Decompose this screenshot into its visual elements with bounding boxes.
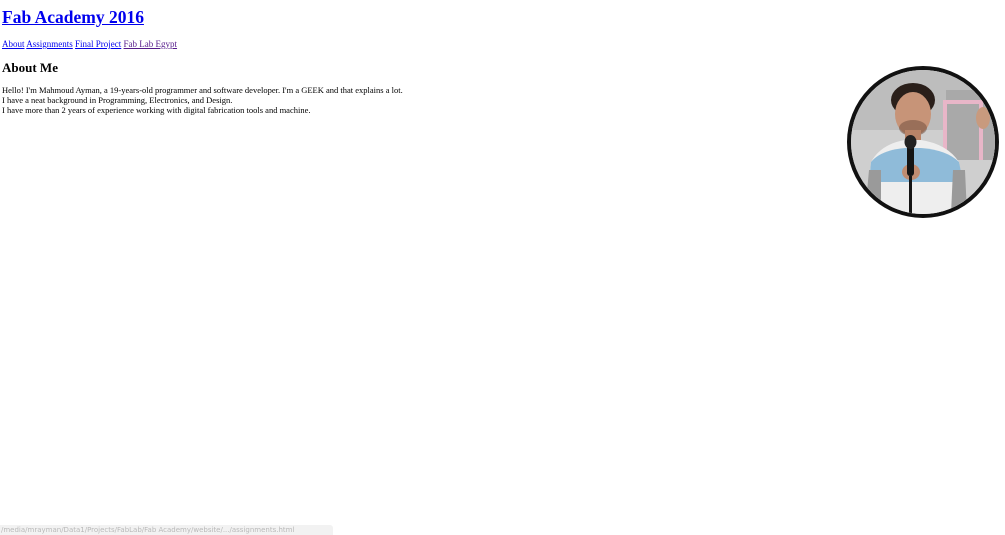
about-text: Hello! I'm Mahmoud Ayman, a 19-years-old…: [2, 85, 403, 115]
profile-photo: [847, 66, 999, 218]
nav-link-assignments[interactable]: Assignments: [26, 39, 73, 49]
status-bar-url: /media/mrayman/Data1/Projects/FabLab/Fab…: [0, 525, 333, 535]
page: Fab Academy 2016 About Assignments Final…: [0, 0, 1005, 535]
about-paragraph: I have more than 2 years of experience w…: [2, 104, 311, 115]
main-nav: About Assignments Final Project Fab Lab …: [2, 39, 177, 50]
about-heading: About Me: [2, 60, 58, 75]
profile-photo-image: [851, 70, 995, 214]
site-title: Fab Academy 2016: [2, 7, 144, 27]
nav-link-final-project[interactable]: Final Project: [75, 39, 121, 49]
nav-link-fab-lab-egypt[interactable]: Fab Lab Egypt: [124, 39, 178, 49]
nav-link-about[interactable]: About: [2, 39, 25, 49]
site-title-link[interactable]: Fab Academy 2016: [2, 7, 144, 27]
